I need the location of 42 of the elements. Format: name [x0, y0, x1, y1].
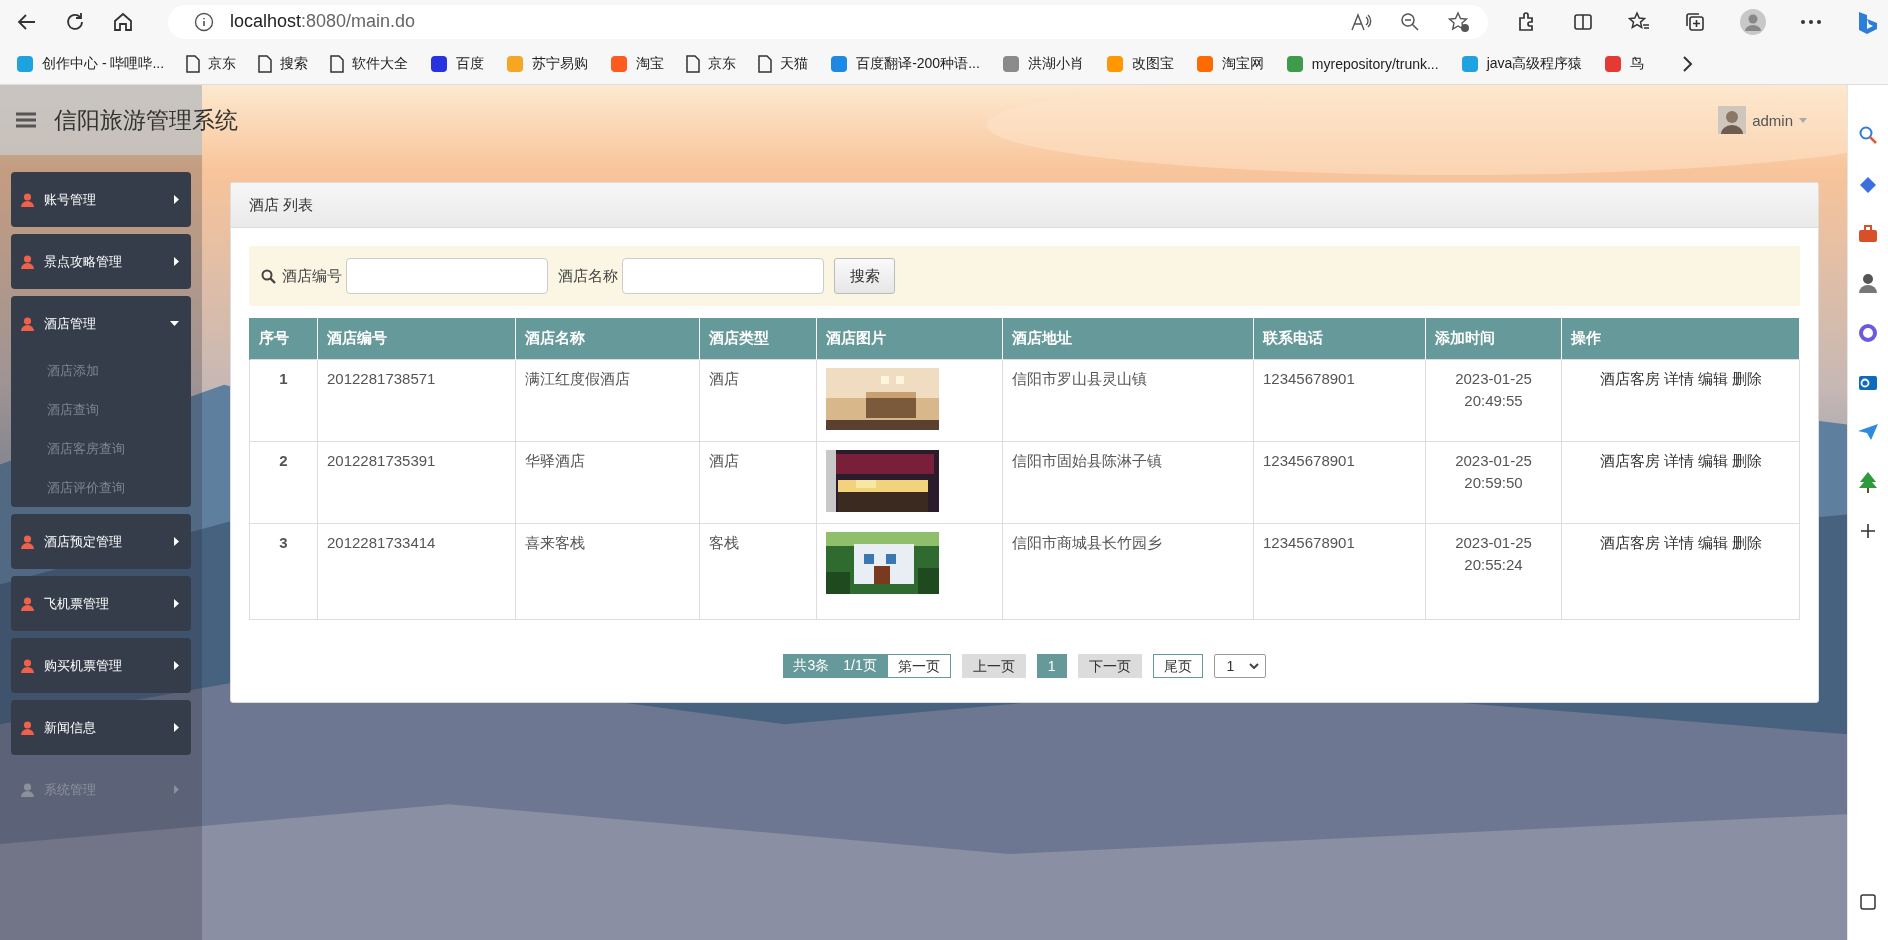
more-icon[interactable]: [1800, 18, 1822, 25]
bookmark[interactable]: 鸟: [1604, 54, 1645, 73]
bookmark[interactable]: 京东: [186, 54, 237, 73]
bookmark[interactable]: 改图宝: [1105, 54, 1174, 73]
page-icon: [330, 54, 345, 73]
info-icon: [194, 11, 214, 32]
plus-icon[interactable]: [1860, 523, 1876, 539]
refresh-icon[interactable]: [64, 10, 86, 33]
bookmark[interactable]: 创作中心 - 哔哩哔...: [16, 54, 165, 73]
favorite-add-icon[interactable]: [1448, 10, 1470, 33]
bookmark[interactable]: 百度翻译-200种语...: [830, 54, 980, 73]
outlook-icon[interactable]: [1858, 373, 1878, 393]
home-icon[interactable]: [112, 10, 134, 33]
page-icon: [686, 54, 701, 73]
briefcase-icon[interactable]: [1858, 225, 1878, 243]
bookmark[interactable]: 苏宁易购: [506, 54, 589, 73]
send-icon[interactable]: [1857, 423, 1879, 441]
diamond-icon[interactable]: [1858, 175, 1878, 195]
read-aloud-icon[interactable]: [1350, 11, 1372, 32]
tree-icon[interactable]: [1858, 471, 1878, 493]
bookmark[interactable]: java高级程序猿: [1460, 54, 1583, 73]
bookmark[interactable]: 搜索: [258, 54, 309, 73]
sidebar-toggle-icon[interactable]: [1860, 894, 1876, 910]
bookmark[interactable]: 洪湖小肖: [1001, 54, 1084, 73]
bookmark[interactable]: 天猫: [758, 54, 809, 73]
bookmark[interactable]: 京东: [686, 54, 737, 73]
bookmark[interactable]: myrepository/trunk...: [1285, 54, 1439, 73]
page-icon: [258, 54, 273, 73]
zoom-out-icon[interactable]: [1400, 11, 1420, 32]
bookmark[interactable]: 淘宝: [610, 54, 665, 73]
profile-icon[interactable]: [1740, 8, 1766, 35]
chevron-right-icon[interactable]: [1682, 54, 1695, 73]
search-icon[interactable]: [1858, 125, 1878, 145]
ring-icon[interactable]: [1858, 323, 1878, 343]
page-icon: [186, 54, 201, 73]
collections-icon[interactable]: [1684, 10, 1706, 33]
page-icon: [758, 54, 773, 73]
bookmark[interactable]: 软件大全: [330, 54, 409, 73]
address-field[interactable]: localhost:8080/main.do: [168, 4, 1488, 39]
person-icon[interactable]: [1859, 273, 1877, 293]
bookmark[interactable]: 百度: [430, 54, 485, 73]
bookmark[interactable]: 淘宝网: [1195, 54, 1264, 73]
